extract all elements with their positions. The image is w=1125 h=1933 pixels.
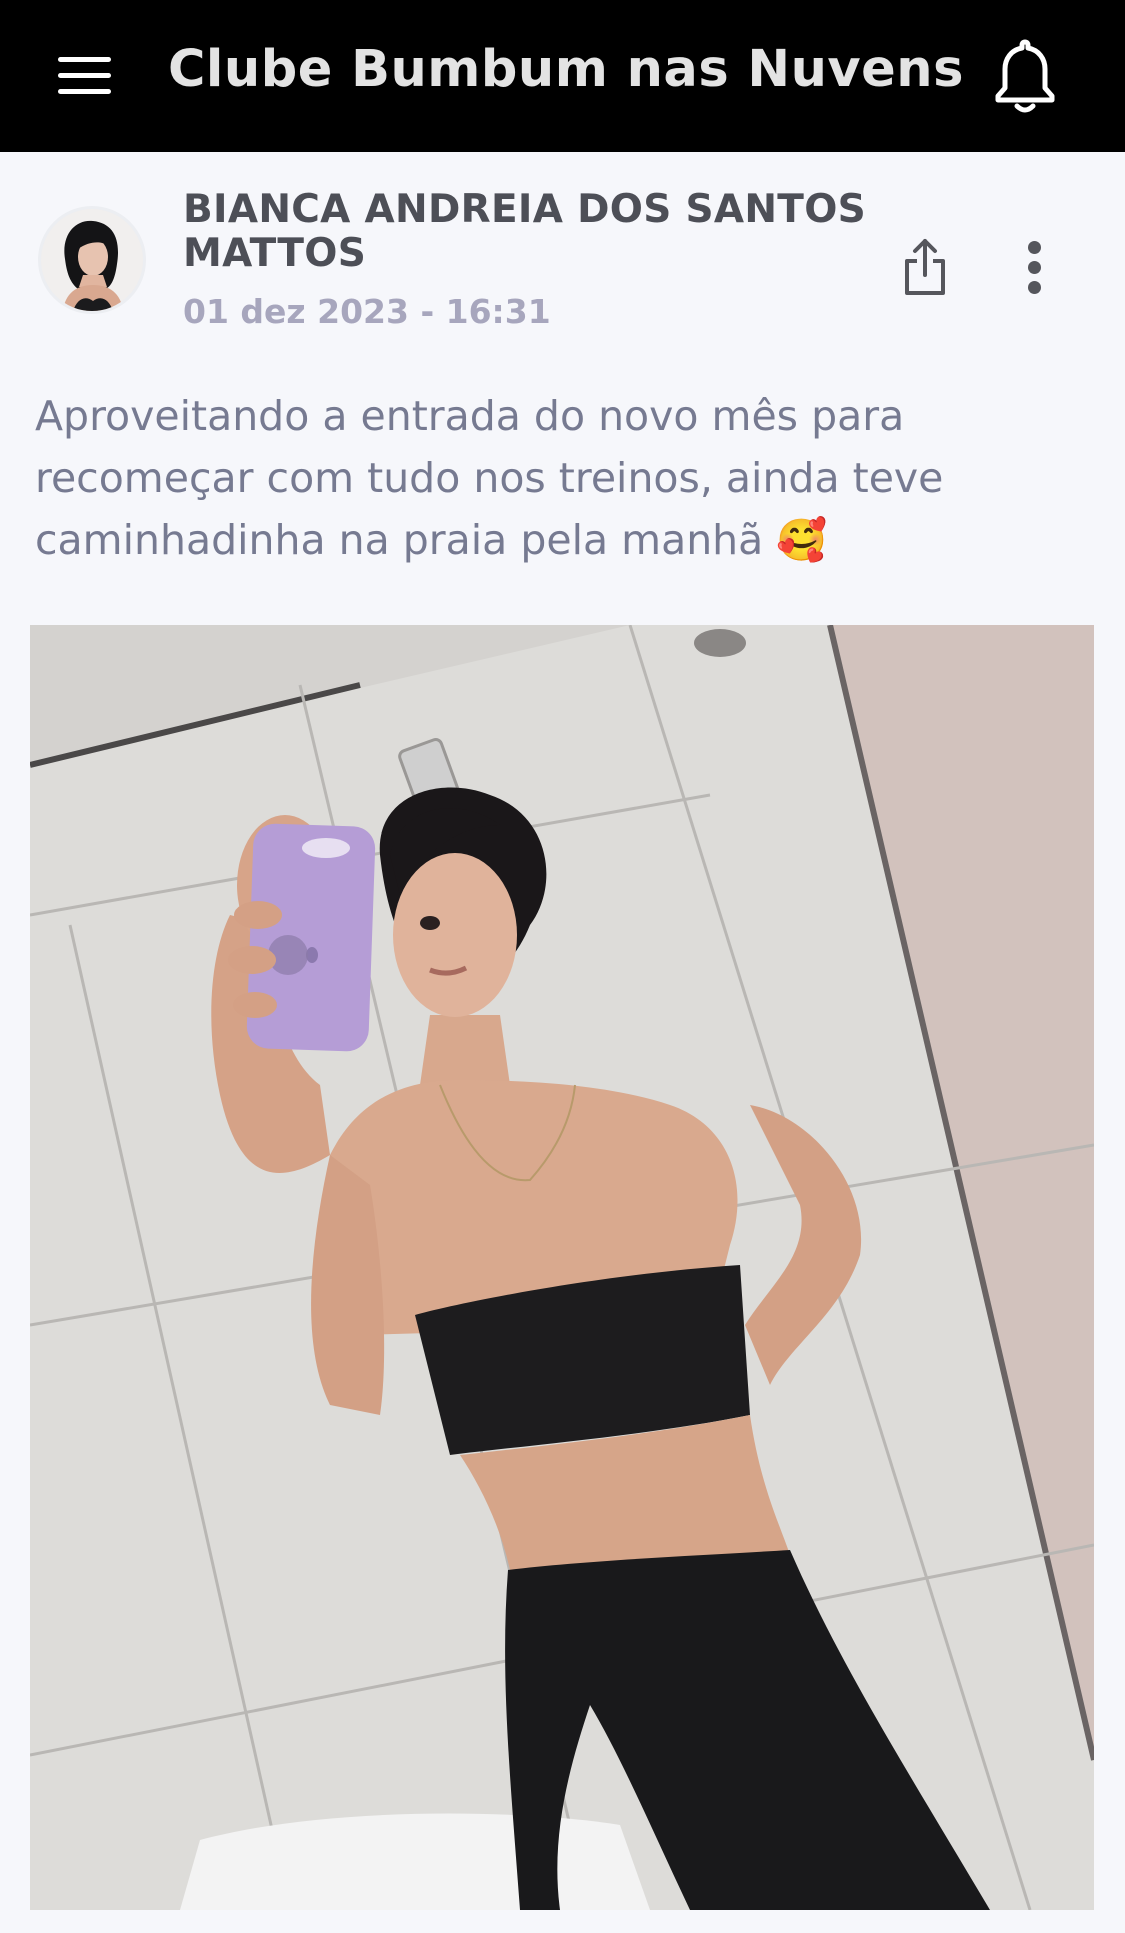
share-button[interactable] [900, 235, 950, 299]
post-text: Aproveitando a entrada do novo mês para … [35, 392, 944, 564]
share-icon [905, 239, 945, 295]
avatar-photo [41, 209, 143, 311]
more-vertical-icon [1028, 241, 1041, 254]
menu-button[interactable] [48, 46, 120, 106]
avatar[interactable] [38, 206, 146, 314]
hamburger-menu-icon [58, 57, 111, 62]
post-photo[interactable] [30, 625, 1094, 1910]
app-title: Clube Bumbum nas Nuvens [168, 40, 964, 99]
mirror-selfie-photo [30, 625, 1094, 1910]
post-date: 01 dez 2023 - 16:31 [183, 292, 551, 331]
notifications-button[interactable] [990, 36, 1060, 116]
hamburger-menu-icon-line [58, 89, 111, 94]
author-name[interactable]: BIANCA ANDREIA DOS SANTOS MATTOS [183, 188, 903, 276]
more-vertical-icon-dot [1028, 281, 1041, 294]
more-vertical-icon-dot [1028, 261, 1041, 274]
more-options-button[interactable] [1015, 234, 1055, 300]
top-app-bar: Clube Bumbum nas Nuvens [0, 0, 1125, 152]
post-header: BIANCA ANDREIA DOS SANTOS MATTOS 01 dez … [0, 152, 1125, 352]
bell-icon [995, 39, 1055, 113]
hamburger-menu-icon-line [58, 73, 111, 78]
